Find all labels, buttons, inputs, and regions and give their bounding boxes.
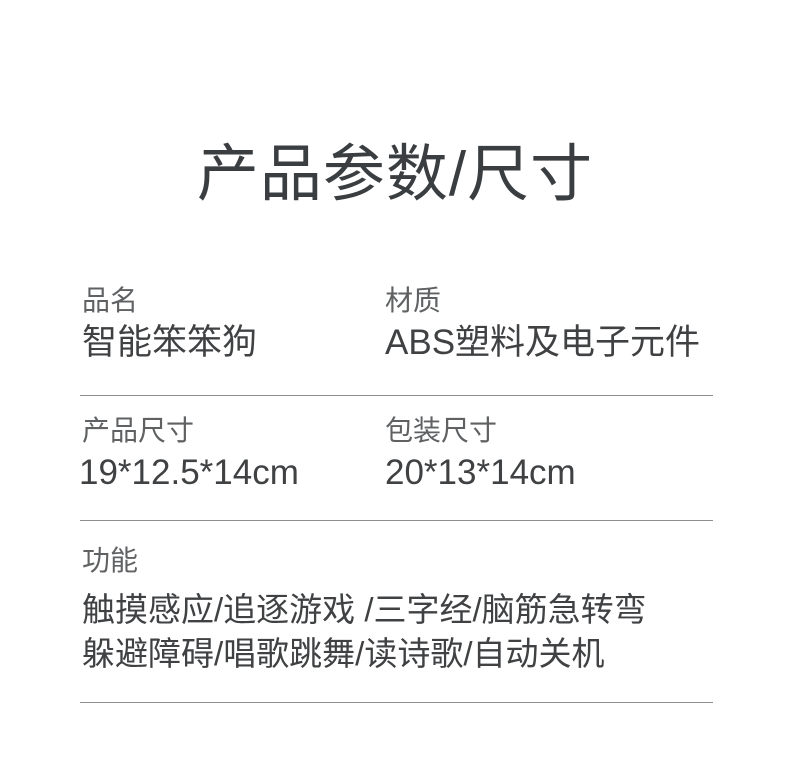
divider xyxy=(80,520,713,521)
package-size-label: 包装尺寸 xyxy=(385,415,498,446)
functions-line: 触摸感应/追逐游戏 /三字经/脑筋急转弯 xyxy=(82,591,647,628)
functions-line: 躲避障碍/唱歌跳舞/读诗歌/自动关机 xyxy=(82,635,605,672)
name-label: 品名 xyxy=(82,285,139,316)
name-value: 智能笨笨狗 xyxy=(82,323,258,362)
package-size-value: 20*13*14cm xyxy=(385,453,576,492)
material-label: 材质 xyxy=(385,285,442,316)
material-value: ABS塑料及电子元件 xyxy=(385,323,701,362)
page-title: 产品参数/尺寸 xyxy=(196,140,594,209)
divider xyxy=(80,395,713,396)
product-size-value: 19*12.5*14cm xyxy=(79,453,299,492)
functions-label: 功能 xyxy=(82,545,139,576)
product-size-label: 产品尺寸 xyxy=(82,415,195,446)
product-spec-sheet: 产品参数/尺寸 品名 智能笨笨狗 材质 ABS塑料及电子元件 产品尺寸 19*1… xyxy=(0,0,790,768)
divider xyxy=(80,702,713,703)
